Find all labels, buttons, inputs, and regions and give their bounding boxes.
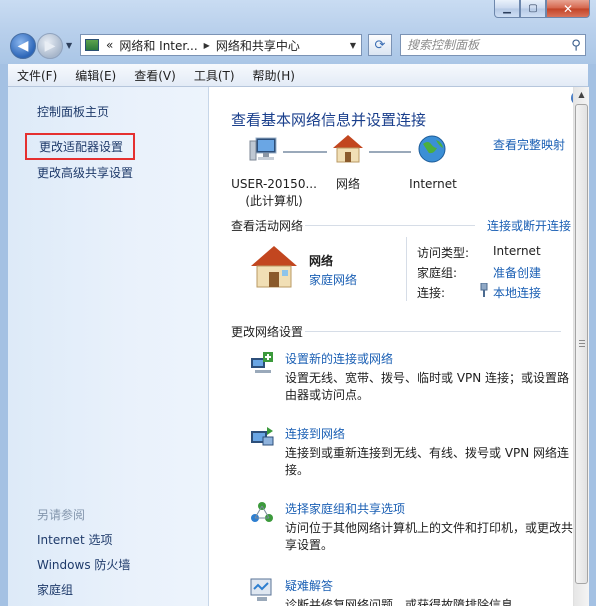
see-also-heading: 另请参阅: [37, 508, 86, 522]
menu-bar: 文件(F) 编辑(E) 查看(V) 工具(T) 帮助(H): [8, 64, 588, 87]
back-button[interactable]: ◀: [10, 33, 36, 59]
section-divider: [305, 331, 561, 332]
map-node-network[interactable]: 网络: [326, 176, 370, 193]
sidebar-link-homegroup[interactable]: 家庭组: [37, 581, 73, 598]
menu-help[interactable]: 帮助(H): [244, 67, 304, 84]
connect-network-icon: [251, 427, 274, 446]
network-type-link[interactable]: 家庭网络: [309, 271, 357, 288]
menu-tools[interactable]: 工具(T): [185, 67, 244, 84]
setup-connection-desc: 设置无线、宽带、拨号、临时或 VPN 连接；或设置路由器或访问点。: [285, 371, 570, 402]
sidebar: 控制面板主页 更改适配器设置 更改高级共享设置 另请参阅 Internet 选项…: [8, 87, 209, 606]
homegroup-label: 家庭组:: [417, 266, 458, 280]
homegroup-icon: [251, 502, 273, 522]
sidebar-link-windows-firewall[interactable]: Windows 防火墙: [37, 556, 130, 573]
search-box: ⚲: [400, 34, 586, 56]
minimize-icon: ▁: [503, 3, 511, 14]
homegroup-sharing-desc: 访问位于其他网络计算机上的文件和打印机，或更改共享设置。: [285, 521, 574, 552]
network-map: USER-20150... (此计算机) 网络 Internet: [231, 133, 511, 208]
breadcrumb-network-internet[interactable]: 网络和 Inter...: [116, 37, 200, 54]
caption-buttons: ▁ ▢ ✕: [494, 0, 590, 18]
close-icon: ✕: [562, 1, 574, 16]
search-icon[interactable]: ⚲: [567, 38, 585, 53]
search-input[interactable]: [401, 37, 567, 53]
chevron-down-icon[interactable]: ▼: [345, 41, 361, 50]
page-title: 查看基本网络信息并设置连接: [231, 111, 427, 129]
map-node-computer-sub: (此计算机): [245, 194, 303, 208]
connection-line: [369, 151, 411, 153]
section-divider: [305, 225, 475, 226]
local-connection-link[interactable]: 本地连接: [493, 284, 541, 301]
troubleshoot-icon: [250, 578, 272, 601]
access-type-label: 访问类型:: [417, 246, 470, 260]
active-networks-heading: 查看活动网络: [231, 219, 304, 233]
navigation-bar: ◀ ▶ ▼ « 网络和 Inter... ▶ 网络和共享中心 ▼ ⟳ ⚲: [10, 30, 590, 62]
menu-edit[interactable]: 编辑(E): [66, 67, 125, 84]
sidebar-link-control-panel-home[interactable]: 控制面板主页: [37, 103, 109, 120]
arrow-right-icon: ▶: [44, 38, 56, 54]
scroll-up-arrow-icon[interactable]: ▲: [574, 87, 589, 103]
grip-icon: [579, 340, 585, 348]
connect-network-desc: 连接到或重新连接到无线、有线、拨号或 VPN 网络连接。: [285, 446, 570, 477]
ethernet-icon: [479, 282, 489, 300]
refresh-icon: ⟳: [374, 37, 386, 53]
maximize-button[interactable]: ▢: [520, 0, 546, 18]
homegroup-sharing-link[interactable]: 选择家庭组和共享选项: [285, 500, 405, 517]
content-area: 控制面板主页 更改适配器设置 更改高级共享设置 另请参阅 Internet 选项…: [8, 87, 589, 606]
troubleshoot-desc: 诊断并修复网络问题，或获得故障排除信息。: [285, 598, 526, 606]
connections-label: 连接:: [417, 286, 446, 300]
map-node-computer[interactable]: USER-20150... (此计算机): [231, 176, 317, 210]
recent-pages-dropdown[interactable]: ▼: [66, 41, 72, 50]
connect-network-link[interactable]: 连接到网络: [285, 425, 345, 442]
control-panel-icon: [85, 39, 99, 51]
house-icon[interactable]: [331, 133, 365, 165]
maximize-icon: ▢: [528, 3, 538, 14]
homegroup-link[interactable]: 准备创建: [493, 264, 541, 281]
setup-connection-link[interactable]: 设置新的连接或网络: [285, 350, 393, 367]
sidebar-link-advanced-sharing[interactable]: 更改高级共享设置: [37, 164, 133, 181]
breadcrumb-network-sharing-center[interactable]: 网络和共享中心: [213, 37, 303, 54]
menu-view[interactable]: 查看(V): [125, 67, 185, 84]
connect-disconnect-link[interactable]: 连接或断开连接: [487, 217, 571, 234]
change-settings-heading: 更改网络设置: [231, 325, 304, 339]
sidebar-link-change-adapter-settings[interactable]: 更改适配器设置: [25, 133, 136, 160]
minimize-button[interactable]: ▁: [494, 0, 520, 18]
scroll-thumb[interactable]: [575, 104, 588, 584]
computer-icon[interactable]: [249, 135, 279, 165]
map-node-computer-name: USER-20150...: [231, 177, 317, 191]
chevron-right-icon[interactable]: ▶: [201, 41, 213, 50]
house-icon: [251, 246, 297, 288]
refresh-button[interactable]: ⟳: [368, 34, 392, 56]
forward-button[interactable]: ▶: [37, 33, 63, 59]
main-pane: ? 查看基本网络信息并设置连接 查看完整映射: [209, 87, 585, 606]
vertical-scrollbar[interactable]: ▲: [573, 87, 589, 606]
globe-icon[interactable]: [417, 134, 447, 164]
arrow-left-icon: ◀: [17, 38, 29, 54]
control-panel-window: ▁ ▢ ✕ ◀ ▶ ▼ « 网络和 Inter... ▶ 网络和共享中心 ▼ ⟳: [0, 0, 596, 606]
info-divider: [406, 237, 407, 301]
menu-file[interactable]: 文件(F): [8, 67, 66, 84]
new-connection-icon: [251, 352, 273, 373]
network-name: 网络: [309, 254, 334, 268]
troubleshoot-link[interactable]: 疑难解答: [285, 577, 333, 594]
connection-line: [283, 151, 327, 153]
address-bar[interactable]: « 网络和 Inter... ▶ 网络和共享中心 ▼: [80, 34, 362, 56]
access-type-value: Internet: [493, 244, 541, 258]
sidebar-link-internet-options[interactable]: Internet 选项: [37, 531, 112, 548]
close-button[interactable]: ✕: [546, 0, 590, 18]
map-node-internet[interactable]: Internet: [403, 176, 463, 193]
breadcrumb-overflow[interactable]: «: [103, 38, 116, 52]
